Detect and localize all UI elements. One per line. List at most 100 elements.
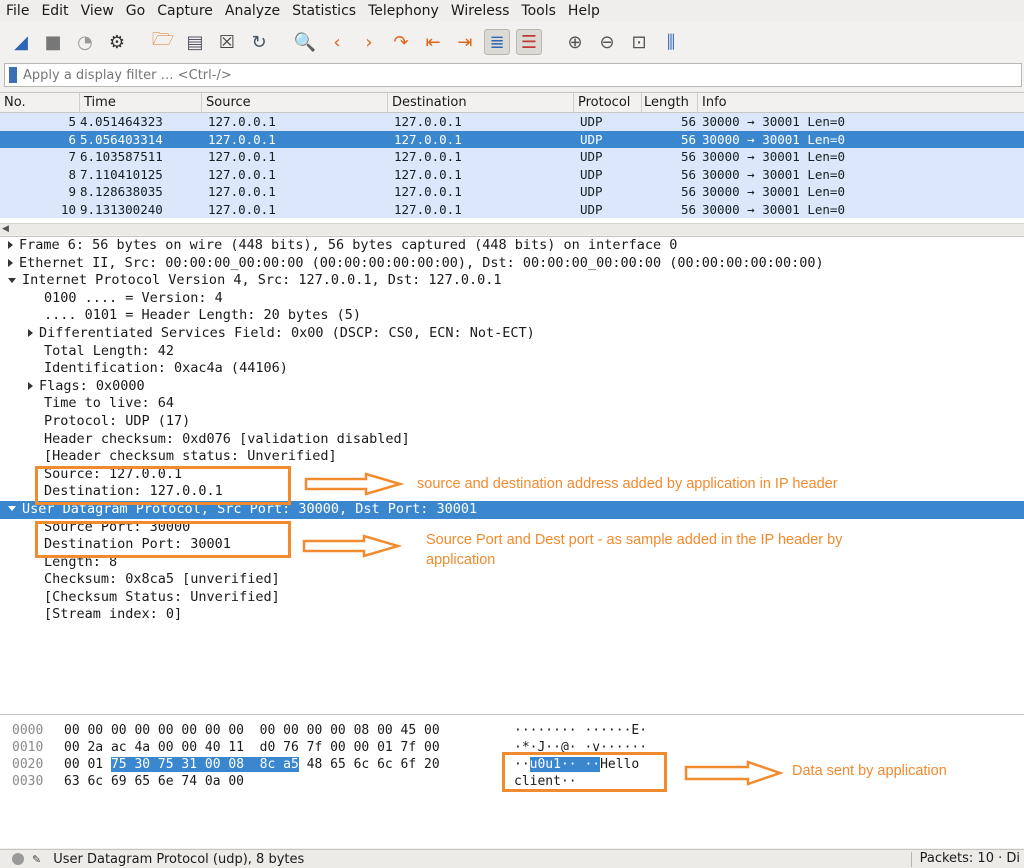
save-file-icon[interactable]: ▤: [182, 29, 208, 55]
menu-edit[interactable]: Edit: [41, 3, 68, 19]
hex-ascii[interactable]: ········ ······E·: [514, 722, 647, 739]
menu-file[interactable]: File: [6, 3, 29, 19]
expand-arrow-down-icon[interactable]: [8, 277, 16, 283]
detail-tree-field[interactable]: [Stream index: 0]: [0, 606, 1024, 624]
detail-tree-field[interactable]: Time to live: 64: [0, 395, 1024, 413]
menu-telephony[interactable]: Telephony: [368, 3, 439, 19]
stop-icon[interactable]: ■: [40, 29, 66, 55]
packet-info: 30000 → 30001 Len=0: [702, 166, 845, 182]
detail-tree-field[interactable]: Header checksum: 0xd076 [validation disa…: [0, 431, 1024, 449]
detail-text: Ethernet II, Src: 00:00:00_00:00:00 (00:…: [19, 254, 824, 271]
menu-wireless[interactable]: Wireless: [451, 3, 510, 19]
menu-help[interactable]: Help: [568, 3, 600, 19]
open-folder-icon[interactable]: 🗁: [150, 29, 176, 55]
detail-tree-field[interactable]: Checksum: 0x8ca5 [unverified]: [0, 571, 1024, 589]
detail-tree-field[interactable]: 0100 .... = Version: 4: [0, 290, 1024, 308]
close-file-icon[interactable]: ☒: [214, 29, 240, 55]
hex-bytes-segment: 48 65 6c 6c 6f 20: [298, 757, 440, 772]
status-text: User Datagram Protocol (udp), 8 bytes: [53, 851, 305, 867]
column-header-length[interactable]: Length: [642, 93, 698, 113]
packet-source: 127.0.0.1: [208, 114, 276, 130]
expand-arrow-right-icon[interactable]: [8, 258, 13, 267]
packet-source: 127.0.0.1: [208, 184, 276, 200]
column-header-no[interactable]: No.: [0, 93, 80, 113]
options-gear-icon[interactable]: ⚙: [104, 29, 130, 55]
detail-tree-field[interactable]: .... 0101 = Header Length: 20 bytes (5): [0, 307, 1024, 325]
column-header-info[interactable]: Info: [698, 93, 1018, 113]
packet-info: 30000 → 30001 Len=0: [702, 201, 845, 217]
menu-statistics[interactable]: Statistics: [292, 3, 356, 19]
packet-info: 30000 → 30001 Len=0: [702, 114, 845, 130]
packet-destination: 127.0.0.1: [394, 166, 462, 182]
zoom-out-icon[interactable]: ⊖: [594, 29, 620, 55]
detail-tree-field[interactable]: Differentiated Services Field: 0x00 (DSC…: [0, 325, 1024, 343]
detail-tree-protocol[interactable]: Internet Protocol Version 4, Src: 127.0.…: [0, 272, 1024, 290]
status-divider: [911, 852, 912, 867]
packet-length: 56: [680, 166, 696, 182]
packet-destination: 127.0.0.1: [394, 149, 462, 165]
hex-bytes[interactable]: 00 01 75 30 75 31 00 08 8c a5 48 65 6c 6…: [64, 756, 440, 773]
expand-arrow-right-icon[interactable]: [28, 328, 33, 337]
hex-offset: 0030: [12, 774, 44, 789]
port-annotation-arrow: [302, 534, 402, 558]
edit-comment-icon[interactable]: ✎: [32, 853, 41, 866]
first-packet-icon[interactable]: ⇤: [420, 29, 446, 55]
zoom-in-icon[interactable]: ⊕: [562, 29, 588, 55]
status-bar: ✎ User Datagram Protocol (udp), 8 bytes …: [0, 849, 1024, 868]
hex-row[interactable]: 0000 00 00 00 00 00 00 00 00 00 00 00 00 …: [0, 722, 1024, 739]
packet-row[interactable]: 6 5.056403314 127.0.0.1 127.0.0.1 UDP 56 30000…: [0, 130, 1024, 148]
detail-tree-protocol[interactable]: Frame 6: 56 bytes on wire (448 bits), 56…: [0, 237, 1024, 255]
expand-arrow-right-icon[interactable]: [28, 381, 33, 390]
hex-bytes[interactable]: 00 00 00 00 00 00 00 00 00 00 00 00 08 0…: [64, 722, 440, 739]
colorize-icon[interactable]: ☰: [516, 29, 542, 55]
detail-text: Total Length: 42: [44, 342, 175, 359]
resize-columns-icon[interactable]: ⫼: [658, 29, 684, 55]
packet-protocol: UDP: [580, 114, 603, 130]
packet-list-header: No. Time Source Destination Protocol Len…: [0, 93, 1024, 113]
expert-info-icon[interactable]: [12, 853, 24, 865]
port-annotation-text: Source Port and Dest port - as sample ad…: [426, 532, 843, 568]
menu-capture[interactable]: Capture: [157, 3, 213, 19]
toolbar-separator: [548, 29, 556, 55]
packet-row[interactable]: 10 9.131300240 127.0.0.1 127.0.0.1 UDP 56 3000…: [0, 200, 1024, 218]
menu-analyze[interactable]: Analyze: [225, 3, 280, 19]
packet-protocol: UDP: [580, 131, 603, 147]
find-icon[interactable]: 🔍: [292, 29, 318, 55]
display-filter-input[interactable]: [23, 67, 923, 83]
detail-tree-field[interactable]: Protocol: UDP (17): [0, 413, 1024, 431]
column-header-time[interactable]: Time: [80, 93, 202, 113]
restart-icon[interactable]: ◔: [72, 29, 98, 55]
column-header-destination[interactable]: Destination: [388, 93, 574, 113]
detail-tree-field[interactable]: [Header checksum status: Unverified]: [0, 448, 1024, 466]
detail-tree-field[interactable]: Flags: 0x0000: [0, 378, 1024, 396]
packet-destination: 127.0.0.1: [394, 114, 462, 130]
packet-row[interactable]: 8 7.110410125 127.0.0.1 127.0.0.1 UDP 56 30000…: [0, 165, 1024, 183]
detail-tree-protocol[interactable]: Ethernet II, Src: 00:00:00_00:00:00 (00:…: [0, 255, 1024, 273]
packet-row[interactable]: 7 6.103587511 127.0.0.1 127.0.0.1 UDP 56 30000…: [0, 148, 1024, 166]
menu-view[interactable]: View: [81, 3, 114, 19]
normal-size-icon[interactable]: ⊡: [626, 29, 652, 55]
reload-icon[interactable]: ↻: [246, 29, 272, 55]
horizontal-scrollbar[interactable]: ◀: [0, 223, 1024, 235]
detail-tree-field[interactable]: Identification: 0xac4a (44106): [0, 360, 1024, 378]
shark-fin-start-icon[interactable]: ◢: [8, 29, 34, 55]
detail-tree-field[interactable]: [Checksum Status: Unverified]: [0, 589, 1024, 607]
menu-tools[interactable]: Tools: [521, 3, 556, 19]
go-forward-icon[interactable]: ›: [356, 29, 382, 55]
packets-count: Packets: 10 · Di: [919, 851, 1020, 866]
column-header-protocol[interactable]: Protocol: [574, 93, 642, 113]
autoscroll-icon[interactable]: ≣: [484, 29, 510, 55]
packet-row[interactable]: 9 8.128638035 127.0.0.1 127.0.0.1 UDP 56 30000…: [0, 183, 1024, 201]
expand-arrow-down-icon[interactable]: [8, 506, 16, 512]
last-packet-icon[interactable]: ⇥: [452, 29, 478, 55]
packet-row[interactable]: 5 4.051464323 127.0.0.1 127.0.0.1 UDP 56 30000…: [0, 113, 1024, 131]
column-header-source[interactable]: Source: [202, 93, 388, 113]
go-to-packet-icon[interactable]: ↷: [388, 29, 414, 55]
expand-arrow-right-icon[interactable]: [8, 241, 13, 249]
bookmark-icon[interactable]: [9, 67, 17, 83]
hex-bytes[interactable]: 63 6c 69 65 6e 74 0a 00: [64, 773, 244, 790]
hex-bytes[interactable]: 00 2a ac 4a 00 00 40 11 d0 76 7f 00 00 0…: [64, 739, 440, 756]
menu-go[interactable]: Go: [126, 3, 145, 19]
detail-tree-field[interactable]: Total Length: 42: [0, 343, 1024, 361]
go-back-icon[interactable]: ‹: [324, 29, 350, 55]
